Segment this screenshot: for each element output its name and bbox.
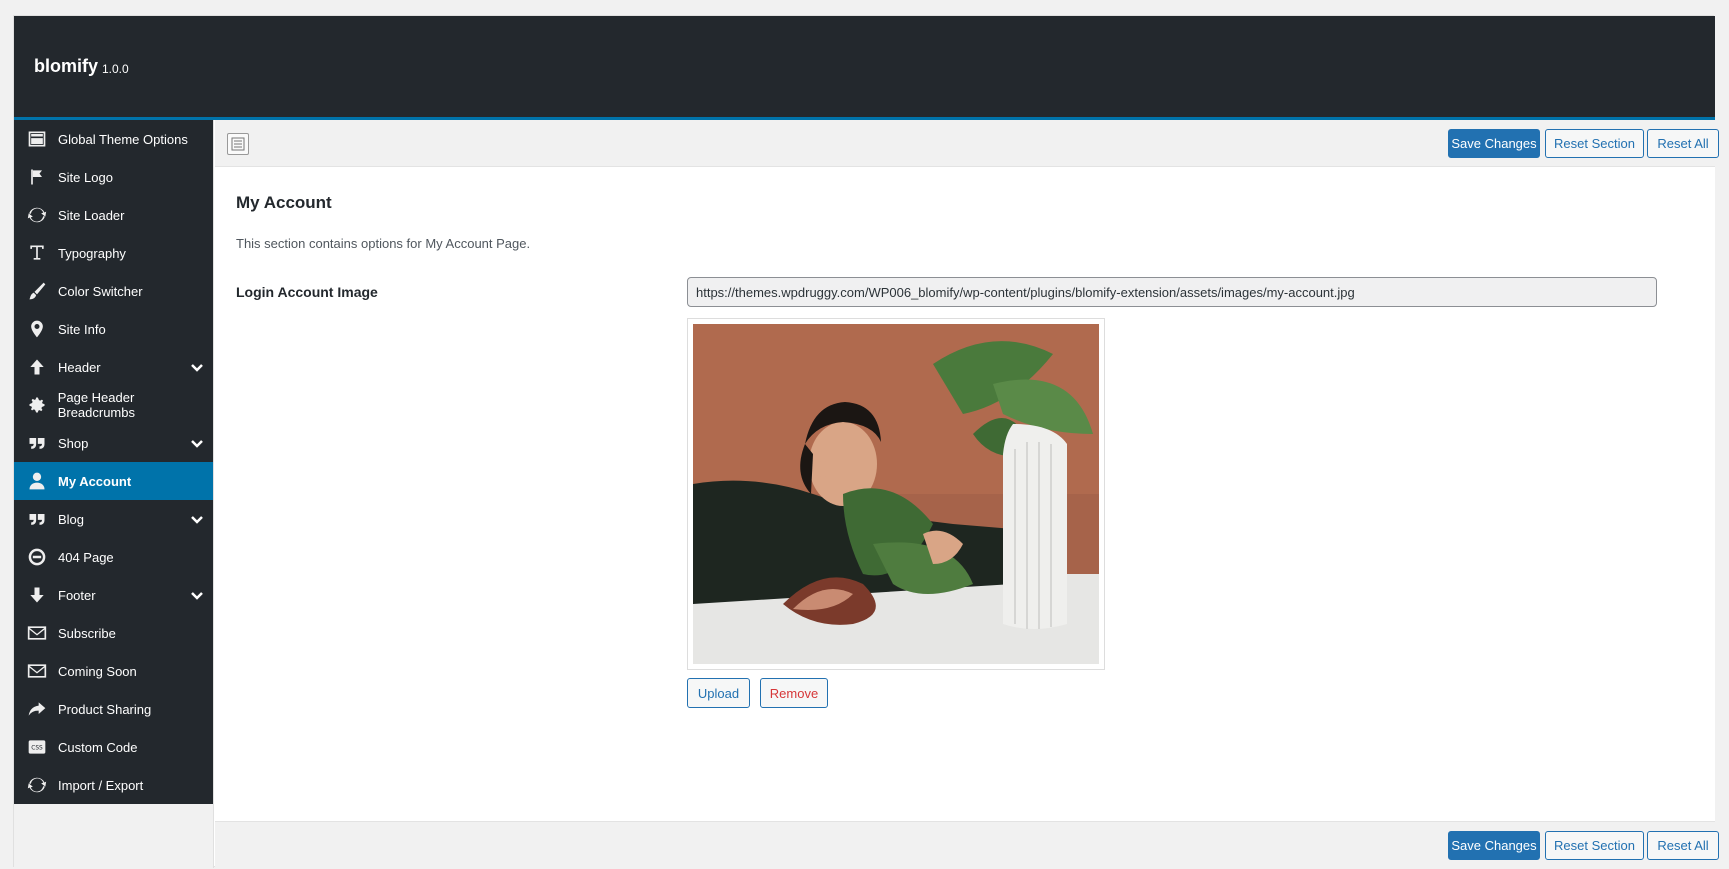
sidebar-item-label: Import / Export [58, 777, 144, 793]
list-icon [231, 137, 245, 151]
sidebar-item-label: Footer [58, 587, 96, 603]
sidebar-item-blog[interactable]: Blog [14, 500, 213, 538]
reset-section-button-bottom[interactable]: Reset Section [1545, 831, 1644, 860]
sidebar-item-global-theme-options[interactable]: Global Theme Options [14, 120, 213, 158]
sidebar-item-label: My Account [58, 473, 132, 489]
sidebar-item-custom-code[interactable]: CSS Custom Code [14, 728, 213, 766]
sidebar-item-label: Custom Code [58, 739, 138, 755]
bottom-toolbar: Save Changes Reset Section Reset All [215, 821, 1719, 868]
upload-button[interactable]: Upload [687, 678, 750, 708]
version-label: 1.0.0 [102, 62, 129, 76]
minus-circle-icon [26, 546, 48, 568]
user-icon [26, 470, 48, 492]
reset-all-button-bottom[interactable]: Reset All [1647, 831, 1719, 860]
sidebar-item-label: Page Header Breadcrumbs [57, 390, 135, 420]
save-changes-button[interactable]: Save Changes [1448, 129, 1540, 158]
chevron-down-icon[interactable] [189, 359, 205, 375]
sidebar-item-label: Site Loader [58, 207, 125, 223]
sidebar-item-404-page[interactable]: 404 Page [14, 538, 213, 576]
sidebar-item-typography[interactable]: Typography [14, 234, 213, 272]
arrow-down-icon [26, 584, 48, 606]
sidebar-item-product-sharing[interactable]: Product Sharing [14, 690, 213, 728]
sidebar-item-label: Coming Soon [58, 663, 137, 679]
sidebar-item-label: Blog [58, 511, 85, 527]
section-title: My Account [236, 193, 332, 212]
sidebar-item-shop[interactable]: Shop [14, 424, 213, 462]
image-preview [687, 318, 1105, 670]
sidebar-item-label: Header [58, 359, 101, 375]
sidebar-item-label: Shop [58, 435, 89, 451]
sidebar-item-site-logo[interactable]: Site Logo [14, 158, 213, 196]
css-icon: CSS [26, 736, 48, 758]
reset-section-button[interactable]: Reset Section [1545, 129, 1644, 158]
svg-text:CSS: CSS [31, 746, 43, 752]
sidebar-item-page-header-breadcrumbs[interactable]: Page Header Breadcrumbs [14, 386, 213, 424]
chevron-down-icon[interactable] [189, 587, 205, 603]
envelope-icon [26, 622, 48, 644]
preview-photo [693, 324, 1099, 664]
sidebar-item-subscribe[interactable]: Subscribe [14, 614, 213, 652]
sidebar-item-header[interactable]: Header [14, 348, 213, 386]
options-panel: blomify 1.0.0 Global Theme Options Site L… [13, 15, 1719, 868]
sidebar-item-site-info[interactable]: Site Info [14, 310, 213, 348]
refresh-icon [26, 204, 48, 226]
chevron-down-icon[interactable] [189, 511, 205, 527]
gear-icon [26, 394, 48, 416]
sidebar-item-label: Typography [58, 245, 126, 261]
sidebar-item-label: Product Sharing [58, 701, 152, 717]
text-icon [26, 242, 48, 264]
layout-icon [26, 128, 48, 150]
section-description: This section contains options for My Acc… [236, 236, 531, 251]
envelope-icon [26, 660, 48, 682]
sidebar-item-label: Global Theme Options [58, 131, 188, 147]
main-content: Save Changes Reset Section Reset All My … [215, 120, 1719, 868]
share-icon [26, 698, 48, 720]
sidebar: Global Theme Options Site Logo Site Loader… [14, 120, 214, 868]
sidebar-item-label: Site Info [58, 321, 106, 337]
quote-icon [26, 508, 48, 530]
brush-icon [26, 280, 48, 302]
sidebar-item-site-loader[interactable]: Site Loader [14, 196, 213, 234]
sidebar-item-label: Color Switcher [58, 283, 143, 299]
sidebar-item-label: Site Logo [58, 169, 113, 185]
quote-icon [26, 432, 48, 454]
sidebar-item-label: Subscribe [58, 625, 116, 641]
sidebar-item-label: 404 Page [58, 549, 114, 565]
flag-icon [26, 166, 48, 188]
sidebar-item-coming-soon[interactable]: Coming Soon [14, 652, 213, 690]
reset-all-button[interactable]: Reset All [1647, 129, 1719, 158]
arrow-up-icon [26, 356, 48, 378]
top-header: blomify 1.0.0 [14, 16, 1715, 120]
sidebar-item-my-account[interactable]: My Account [14, 462, 213, 500]
sidebar-nav: Global Theme Options Site Logo Site Loader… [14, 120, 213, 804]
login-account-image-label: Login Account Image [236, 284, 378, 300]
brand-name: blomify [34, 56, 99, 76]
sidebar-item-color-switcher[interactable]: Color Switcher [14, 272, 213, 310]
sidebar-item-footer[interactable]: Footer [14, 576, 213, 614]
image-url-field[interactable] [687, 277, 1657, 307]
sidebar-item-import-export[interactable]: Import / Export [14, 766, 213, 804]
chevron-down-icon[interactable] [189, 435, 205, 451]
top-toolbar: Save Changes Reset Section Reset All [215, 120, 1719, 167]
expand-toggle-button[interactable] [227, 133, 249, 155]
refresh-icon [26, 774, 48, 796]
remove-button[interactable]: Remove [760, 678, 828, 708]
map-pin-icon [26, 318, 48, 340]
save-changes-button-bottom[interactable]: Save Changes [1448, 831, 1540, 860]
